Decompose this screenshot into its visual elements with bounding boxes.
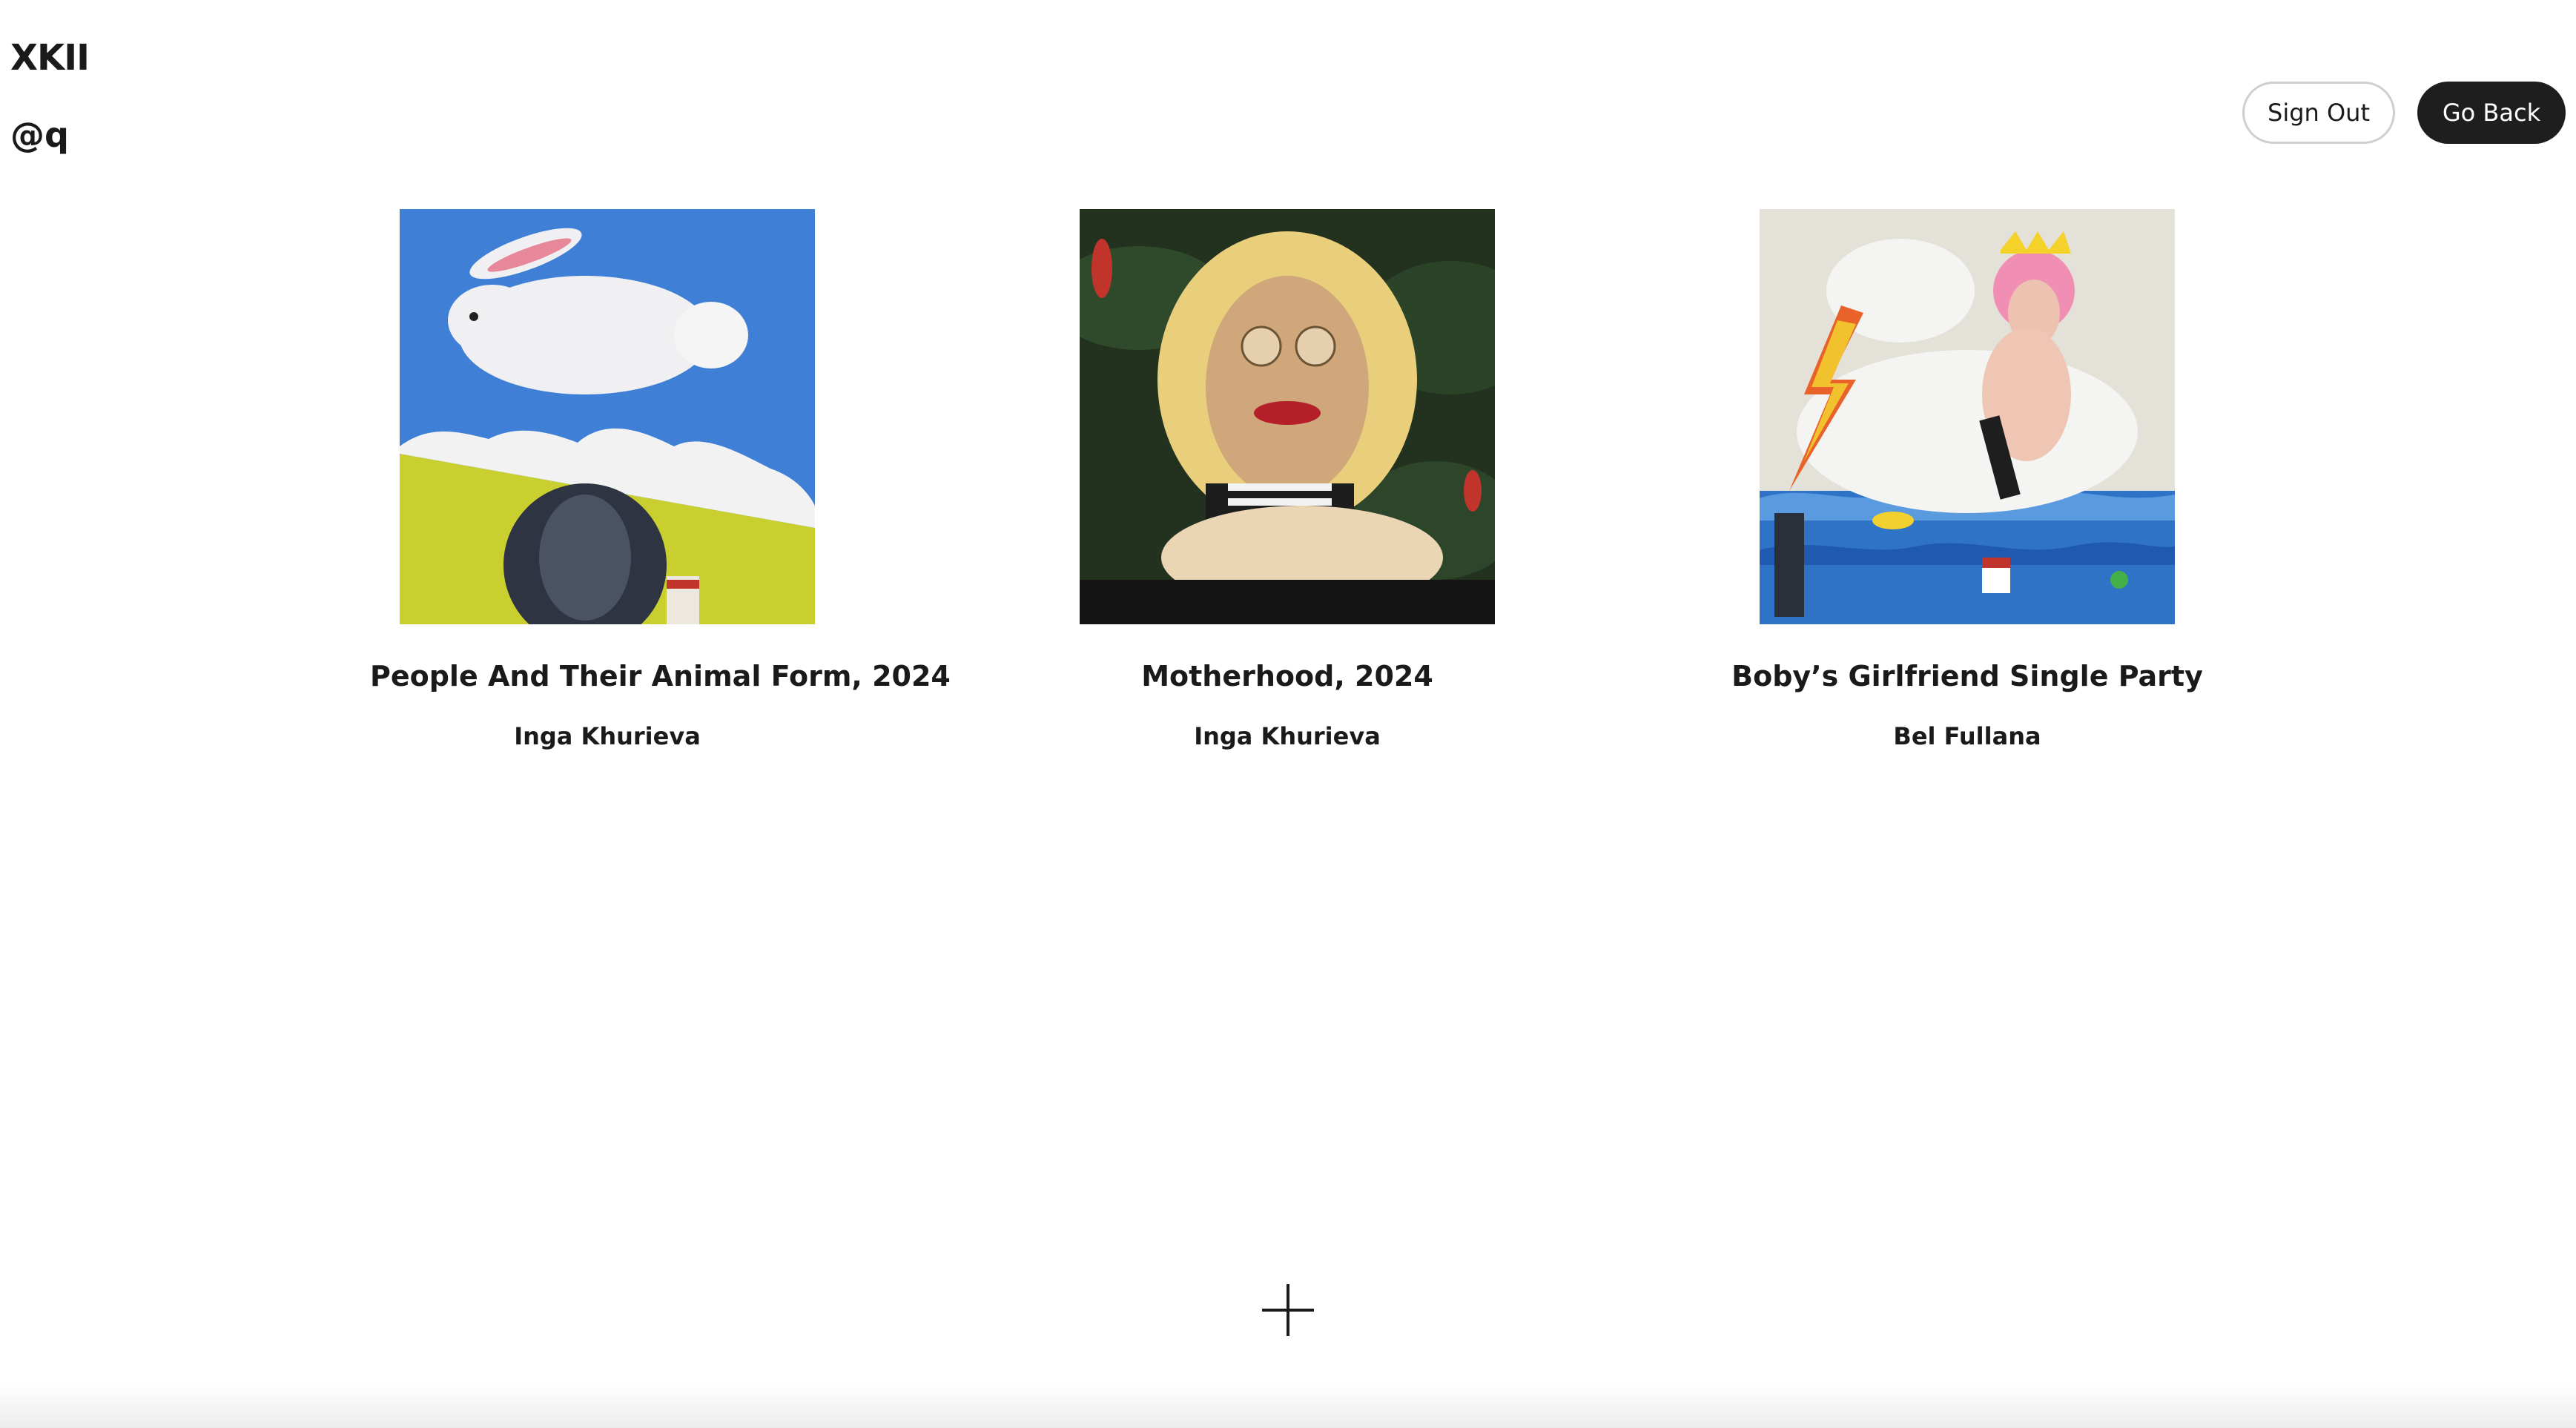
user-handle: @q: [10, 115, 69, 155]
artwork-card[interactable]: Boby’s Girlfriend Single Party Bel Fulla…: [1730, 209, 2205, 750]
artwork-artist: Bel Fullana: [1893, 722, 2041, 750]
artwork-title[interactable]: Motherhood, 2024: [1050, 660, 1525, 692]
artwork-title[interactable]: Boby’s Girlfriend Single Party: [1730, 660, 2205, 692]
add-artwork-plus-icon[interactable]: [1262, 1284, 1314, 1336]
artwork-title[interactable]: People And Their Animal Form, 2024: [370, 660, 951, 692]
artwork-image[interactable]: [400, 209, 815, 624]
artwork-artist: Inga Khurieva: [514, 722, 701, 750]
artwork-artist: Inga Khurieva: [1194, 722, 1381, 750]
bottom-edge: [0, 1384, 2576, 1428]
go-back-button[interactable]: Go Back: [2417, 82, 2566, 144]
artwork-card[interactable]: Motherhood, 2024 Inga Khurieva: [1050, 209, 1525, 750]
artwork-image[interactable]: [1760, 209, 2175, 624]
artwork-card[interactable]: People And Their Animal Form, 2024 Inga …: [370, 209, 951, 750]
artwork-image[interactable]: [1080, 209, 1495, 624]
brand-title: XKII: [10, 37, 90, 79]
sign-out-button[interactable]: Sign Out: [2242, 82, 2395, 144]
